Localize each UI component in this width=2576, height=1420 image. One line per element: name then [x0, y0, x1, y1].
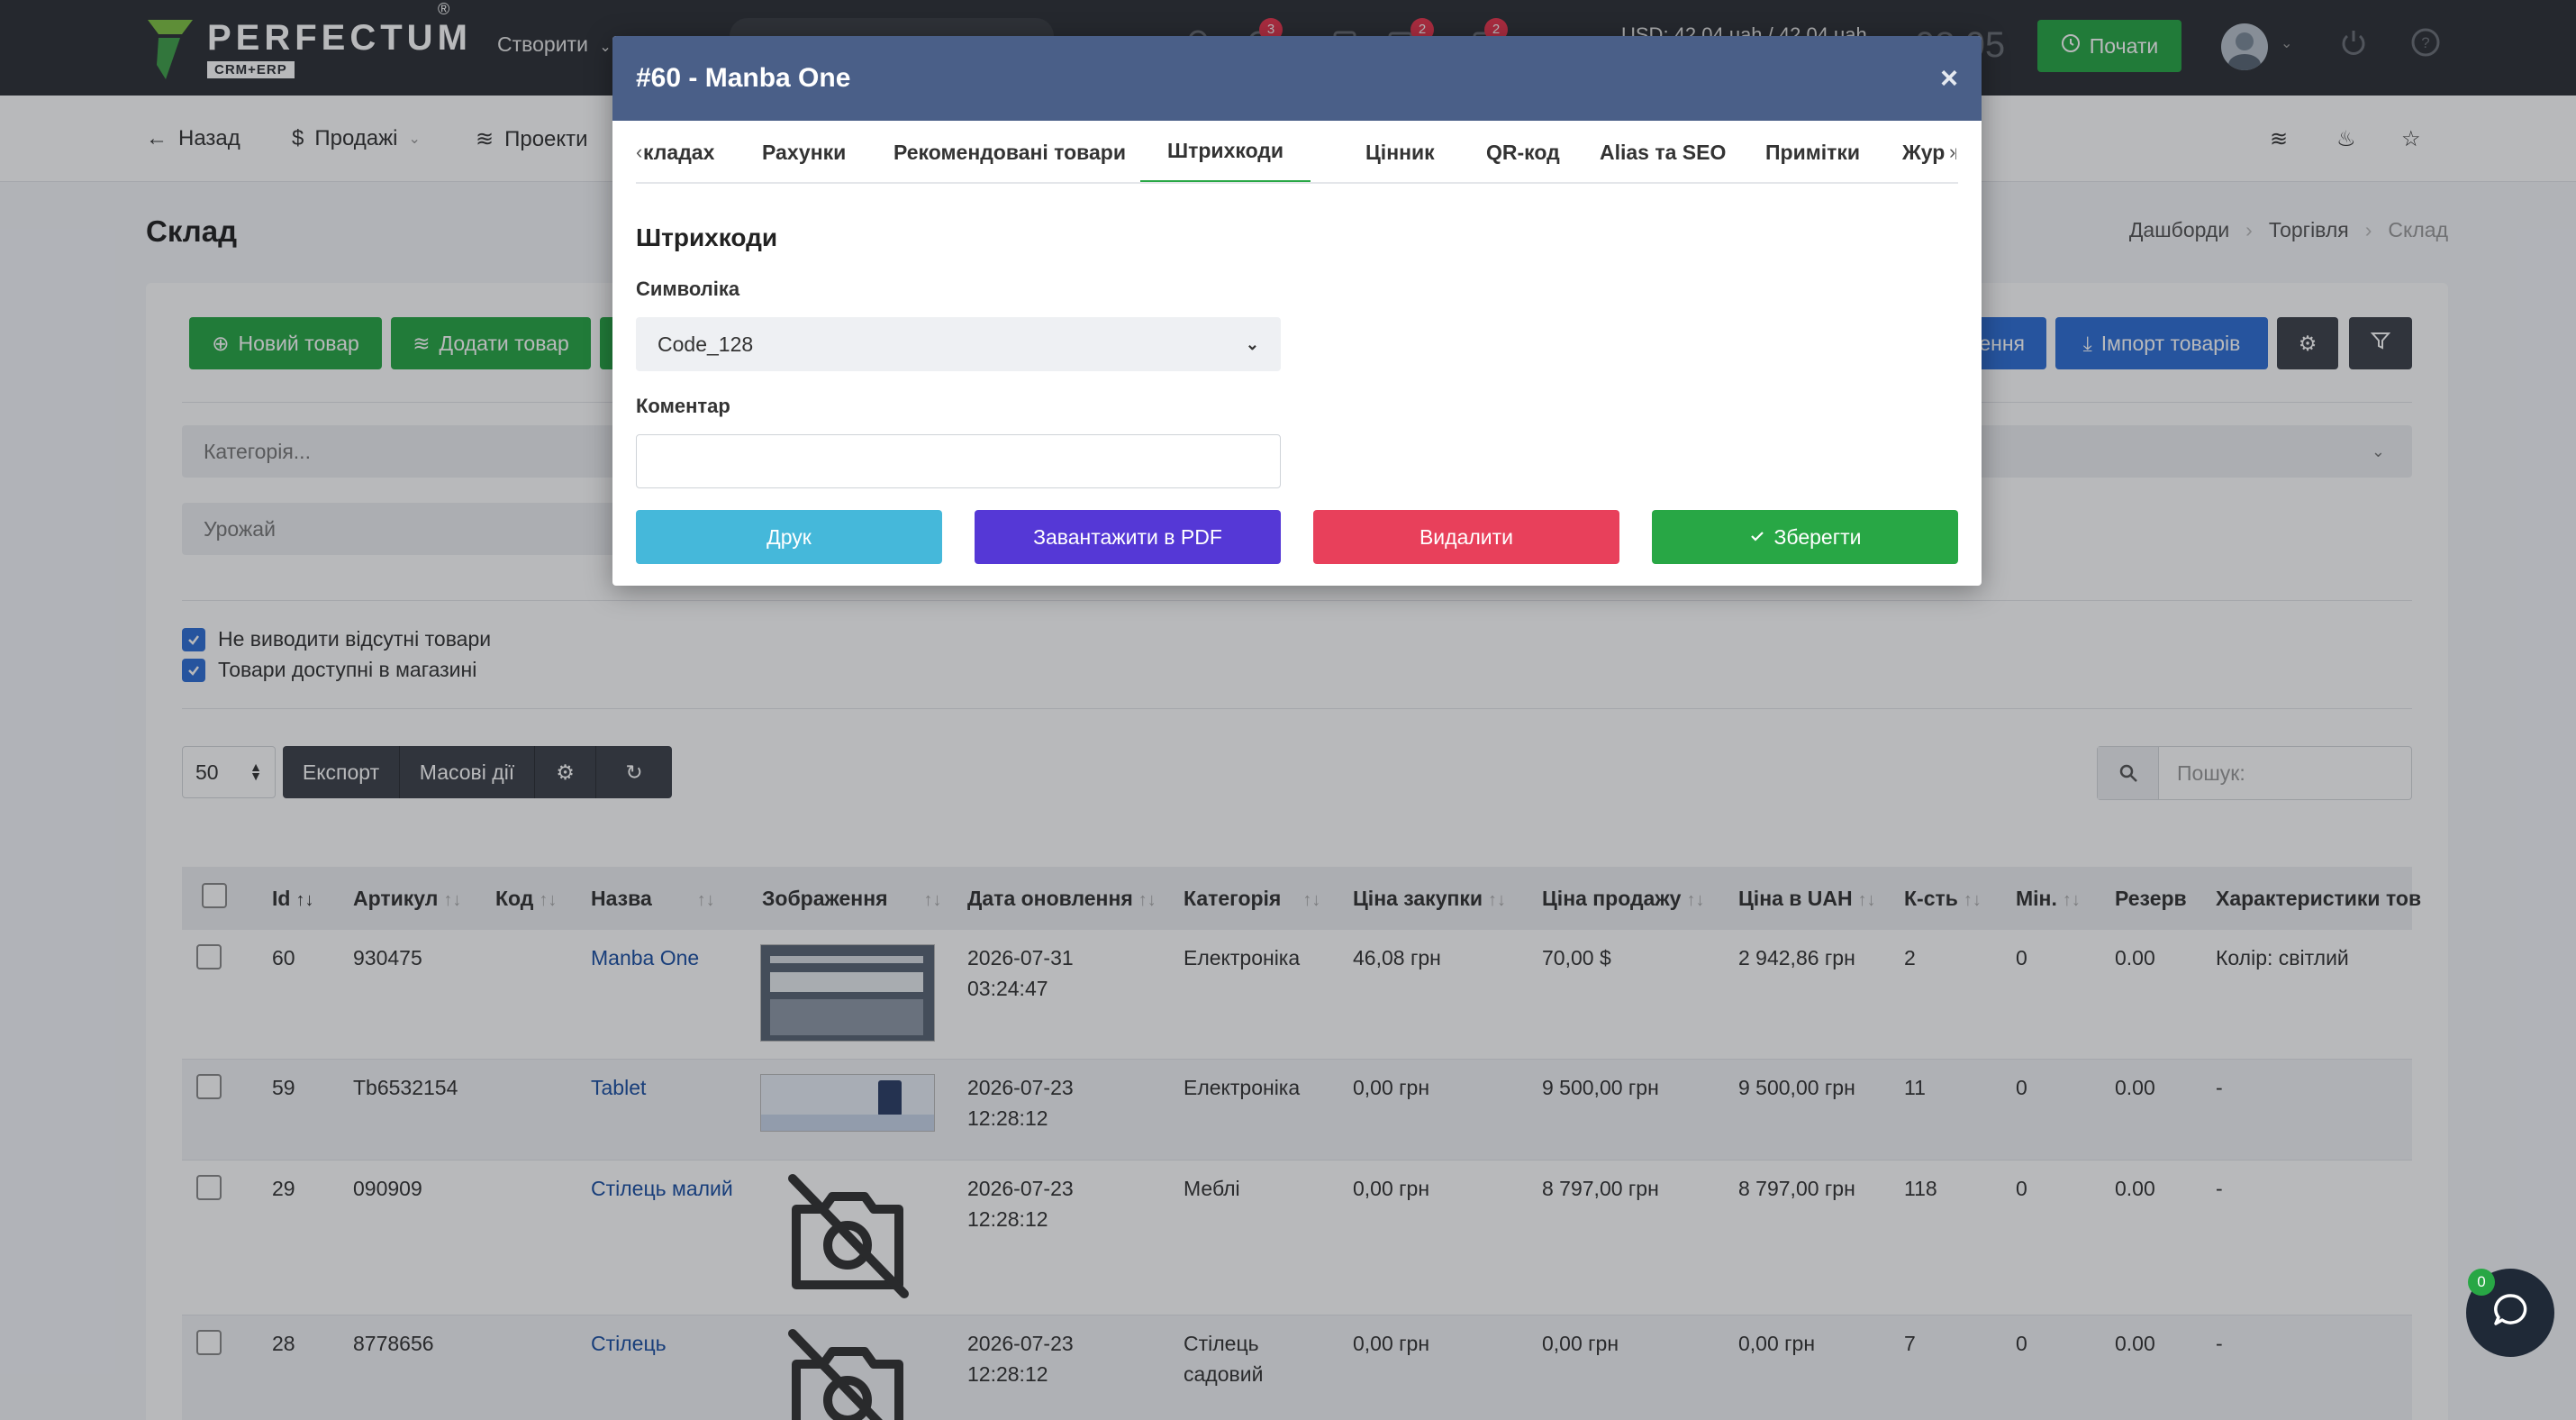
comment-label: Коментар [636, 395, 730, 417]
symbology-label: Символіка [636, 278, 740, 300]
barcode-modal: #60 - Manba One × ‹ кладах Рахунки Реком… [612, 36, 1982, 586]
symbology-select[interactable]: Code_128 ⌄ [636, 317, 1281, 371]
chevron-left-icon[interactable]: ‹ [636, 141, 642, 164]
download-pdf-button[interactable]: Завантажити в PDF [975, 510, 1281, 564]
chat-bubble-icon [2490, 1290, 2530, 1335]
tab-alias-seo[interactable]: Alias та SEO [1600, 121, 1726, 182]
print-button[interactable]: Друк [636, 510, 942, 564]
tab-barcodes[interactable]: Штрихкоди [1140, 121, 1311, 182]
chevron-right-icon[interactable]: › [1946, 141, 1956, 164]
tab-warehouses[interactable]: кладах [643, 121, 714, 182]
tab-invoices[interactable]: Рахунки [762, 121, 846, 182]
delete-button[interactable]: Видалити [1313, 510, 1619, 564]
tab-qr-code[interactable]: QR-код [1486, 121, 1560, 182]
chevron-down-icon: ⌄ [1245, 334, 1259, 353]
comment-field[interactable] [636, 434, 1281, 488]
download-pdf-label: Завантажити в PDF [1033, 524, 1222, 549]
chat-badge: 0 [2468, 1269, 2495, 1296]
tab-notes[interactable]: Примітки [1765, 121, 1860, 182]
tab-price-tag[interactable]: Цінник [1365, 121, 1435, 182]
close-icon[interactable]: × [1940, 63, 1958, 94]
save-label: Зберегти [1773, 524, 1862, 549]
modal-title: #60 - Manba One [636, 63, 851, 93]
check-icon [1749, 525, 1765, 550]
modal-header: #60 - Manba One × [612, 36, 1982, 121]
delete-label: Видалити [1419, 524, 1514, 549]
print-label: Друк [766, 524, 812, 549]
symbology-value: Code_128 [658, 332, 754, 356]
save-button[interactable]: Зберегти [1652, 510, 1958, 564]
section-title: Штрихкоди [636, 223, 778, 251]
modal-tabs: ‹ кладах Рахунки Рекомендовані товари Шт… [636, 121, 1958, 184]
tab-recommended[interactable]: Рекомендовані товари [893, 121, 1126, 182]
